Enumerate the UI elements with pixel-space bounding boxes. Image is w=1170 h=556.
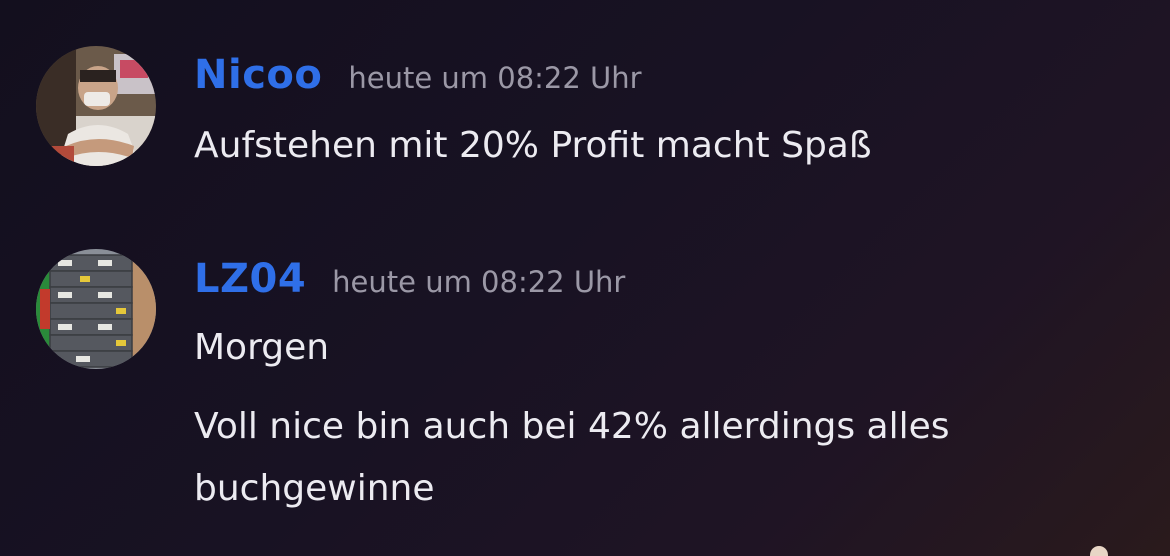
- chat-view: Nicoo heute um 08:22 Uhr Aufstehen mit 2…: [0, 0, 1170, 556]
- message-text[interactable]: Aufstehen mit 20% Profit macht Spaß: [194, 116, 872, 176]
- message-text[interactable]: buchgewinne: [194, 459, 435, 519]
- message-header-lz04: LZ04 heute um 08:22 Uhr: [194, 256, 625, 302]
- avatar-nicoo[interactable]: [36, 46, 156, 166]
- partial-avatar-edge: [1090, 546, 1108, 556]
- message-text[interactable]: Voll nice bin auch bei 42% allerdings al…: [194, 397, 950, 457]
- avatar-lz04[interactable]: [36, 249, 156, 369]
- username-nicoo[interactable]: Nicoo: [194, 52, 322, 98]
- timestamp-lz04: heute um 08:22 Uhr: [332, 265, 626, 299]
- avatar-nicoo-image: [36, 46, 156, 166]
- message-text[interactable]: Morgen: [194, 318, 329, 378]
- username-lz04[interactable]: LZ04: [194, 256, 306, 302]
- message-header-nicoo: Nicoo heute um 08:22 Uhr: [194, 52, 642, 98]
- avatar-lz04-image: [36, 249, 156, 369]
- timestamp-nicoo: heute um 08:22 Uhr: [348, 61, 642, 95]
